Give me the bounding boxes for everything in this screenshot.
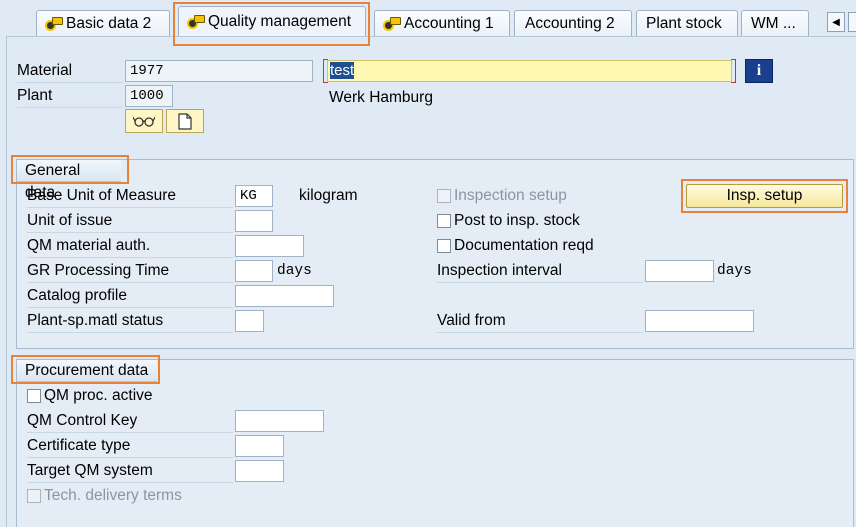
tab-label: Plant stock — [646, 14, 722, 32]
label-underline — [27, 432, 233, 433]
plant-matl-status-field[interactable] — [235, 310, 264, 332]
base-uom-label: Base Unit of Measure — [27, 187, 177, 204]
plant-label: Plant — [17, 87, 53, 104]
qm-proc-active-label: QM proc. active — [44, 387, 153, 404]
tab-label: Accounting 1 — [404, 14, 494, 32]
tab-label: Basic data 2 — [66, 14, 152, 32]
qm-material-auth-label: QM material auth. — [27, 237, 151, 254]
target-qm-system-field[interactable] — [235, 460, 284, 482]
tab-scroll-left-button[interactable]: ◀ — [827, 12, 845, 32]
label-underline — [17, 82, 123, 83]
general-data-title: General data — [17, 160, 121, 201]
label-underline — [27, 482, 233, 483]
qm-control-key-field[interactable] — [235, 410, 324, 432]
label-underline — [17, 107, 123, 108]
valid-from-field[interactable] — [645, 310, 754, 332]
label-underline — [437, 332, 643, 333]
selected-text: test — [330, 62, 355, 79]
documentation-reqd-label: Documentation reqd — [454, 237, 594, 254]
qm-proc-active-checkbox[interactable] — [27, 389, 41, 403]
certificate-type-field[interactable] — [235, 435, 284, 457]
tab-label: Quality management — [208, 12, 352, 30]
base-uom-text: kilogram — [299, 187, 358, 204]
tab-label: Accounting 2 — [525, 14, 615, 32]
document-icon — [178, 112, 192, 130]
tab-basic-data-2[interactable]: Basic data 2 — [36, 10, 170, 36]
label-underline — [437, 282, 643, 283]
label-underline — [27, 307, 233, 308]
label-underline — [27, 332, 233, 333]
label-underline — [27, 257, 233, 258]
glasses-button[interactable] — [125, 109, 163, 133]
qm-control-key-label: QM Control Key — [27, 412, 138, 429]
new-document-button[interactable] — [166, 109, 204, 133]
unit-of-issue-field[interactable] — [235, 210, 273, 232]
tech-delivery-terms-label: Tech. delivery terms — [44, 487, 182, 504]
label-underline — [27, 457, 233, 458]
tab-plant-stock[interactable]: Plant stock — [636, 10, 738, 36]
plant-name: Werk Hamburg — [329, 89, 433, 106]
insp-interval-unit: days — [717, 263, 752, 279]
qm-view-icon — [45, 16, 63, 31]
plant-field[interactable]: 1000 — [125, 85, 173, 107]
tab-accounting-1[interactable]: Accounting 1 — [374, 10, 510, 36]
valid-from-label: Valid from — [437, 312, 506, 329]
bracket-right — [731, 59, 736, 83]
gr-time-unit: days — [277, 263, 312, 279]
catalog-profile-field[interactable] — [235, 285, 334, 307]
triangle-left-icon: ◀ — [832, 16, 840, 28]
tab-label: WM ... — [751, 14, 796, 32]
gr-processing-time-field[interactable] — [235, 260, 273, 282]
tab-quality-management[interactable]: Quality management — [178, 6, 366, 36]
inspection-interval-label: Inspection interval — [437, 262, 562, 279]
tech-delivery-terms-checkbox[interactable] — [27, 489, 41, 503]
certificate-type-label: Certificate type — [27, 437, 131, 454]
material-field[interactable]: 1977 — [125, 60, 313, 82]
inspection-setup-checkbox[interactable] — [437, 189, 451, 203]
tab-scroll-right-button[interactable] — [848, 12, 856, 32]
procurement-data-title: Procurement data — [17, 360, 157, 382]
plant-matl-status-label: Plant-sp.matl status — [27, 312, 164, 329]
material-description-field[interactable]: test — [327, 60, 732, 82]
tab-accounting-2[interactable]: Accounting 2 — [514, 10, 632, 36]
info-icon: i — [756, 62, 762, 79]
qm-view-icon — [383, 16, 401, 31]
post-to-insp-stock-label: Post to insp. stock — [454, 212, 580, 229]
label-underline — [27, 207, 233, 208]
documentation-reqd-checkbox[interactable] — [437, 239, 451, 253]
inspection-interval-field[interactable] — [645, 260, 714, 282]
glasses-icon — [133, 116, 155, 127]
base-uom-field[interactable]: KG — [235, 185, 273, 207]
insp-setup-button[interactable]: Insp. setup — [686, 184, 843, 208]
material-label: Material — [17, 62, 73, 79]
unit-of-issue-label: Unit of issue — [27, 212, 113, 229]
label-underline — [27, 282, 233, 283]
qm-view-icon — [187, 14, 205, 29]
post-to-insp-stock-checkbox[interactable] — [437, 214, 451, 228]
gr-processing-time-label: GR Processing Time — [27, 262, 170, 279]
qm-material-auth-field[interactable] — [235, 235, 304, 257]
label-underline — [27, 232, 233, 233]
tab-wm[interactable]: WM ... — [741, 10, 809, 36]
catalog-profile-label: Catalog profile — [27, 287, 127, 304]
target-qm-system-label: Target QM system — [27, 462, 153, 479]
tab-bar: Basic data 2 Quality management Accounti… — [0, 0, 856, 36]
inspection-setup-label: Inspection setup — [454, 187, 567, 204]
info-button[interactable]: i — [745, 59, 773, 83]
